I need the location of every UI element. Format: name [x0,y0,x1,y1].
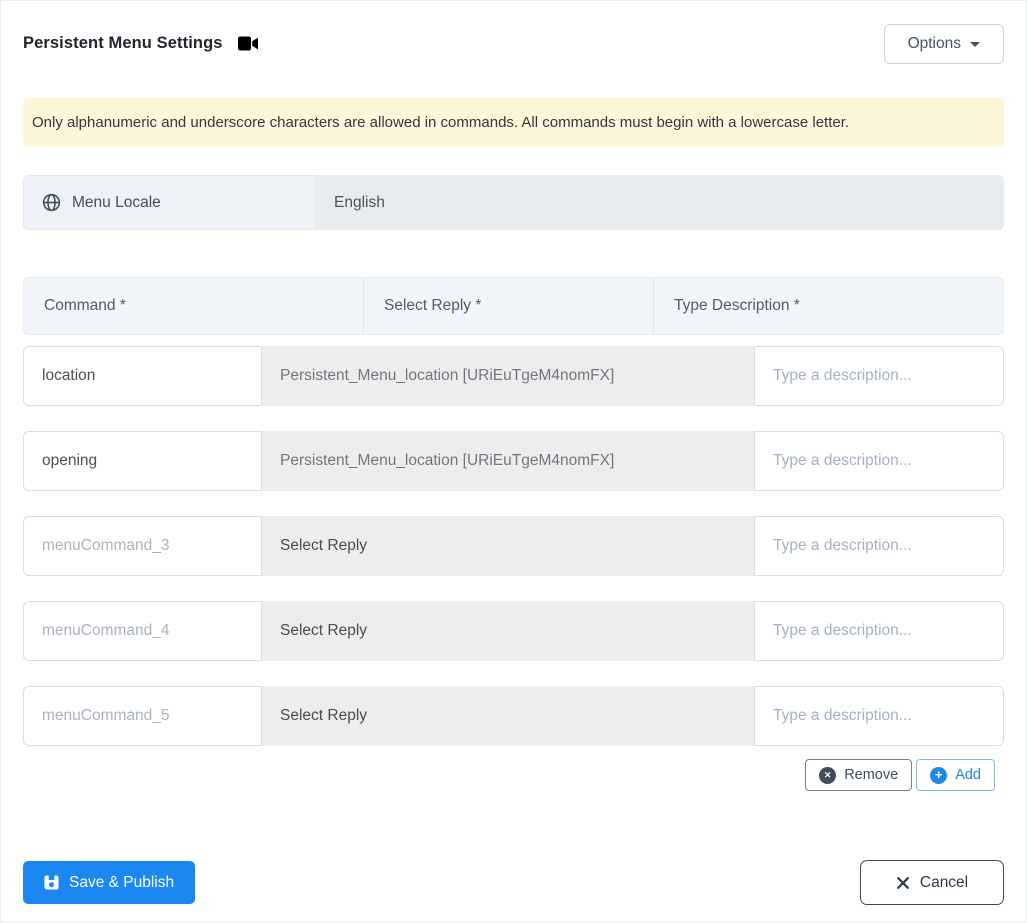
description-input[interactable] [754,686,1004,746]
add-button-label: Add [955,767,981,783]
header: Persistent Menu Settings Options [23,1,1004,65]
remove-button-label: Remove [844,767,899,783]
description-input[interactable] [754,346,1004,406]
reply-select[interactable]: Persistent_Menu_location [URiEuTgeM4nomF… [262,346,754,406]
menu-locale-group: Menu Locale English [23,175,1004,230]
chevron-down-icon [970,42,980,47]
menu-locale-value: English [334,193,385,211]
alert-text: Only alphanumeric and underscore charact… [32,114,850,131]
description-input[interactable] [754,431,1004,491]
add-row-button[interactable]: + Add [916,759,995,791]
remove-row-button[interactable]: ✕ Remove [805,759,913,791]
description-input[interactable] [754,516,1004,576]
save-publish-button[interactable]: Save & Publish [23,861,196,904]
reply-select-value: Select Reply [280,537,368,554]
menu-locale-label: Menu Locale [23,175,314,230]
command-input[interactable] [23,601,262,661]
reply-select[interactable]: Select Reply [262,516,754,576]
reply-select-value: Persistent_Menu_location [URiEuTgeM4nomF… [280,452,615,469]
menu-locale-label-text: Menu Locale [72,193,161,211]
reply-select-value: Persistent_Menu_location [URiEuTgeM4nomF… [280,367,615,384]
cancel-label: Cancel [919,873,969,891]
reply-select[interactable]: Persistent_Menu_location [URiEuTgeM4nomF… [262,431,754,491]
table-row: Select Reply [23,686,1004,746]
remove-circle-icon: ✕ [819,766,837,784]
save-publish-label: Save & Publish [69,873,175,891]
command-input[interactable] [23,516,262,576]
table-row: Persistent_Menu_location [URiEuTgeM4nomF… [23,346,1004,406]
save-icon [44,875,59,890]
row-actions: ✕ Remove + Add [23,759,1004,791]
video-camera-icon[interactable] [237,36,259,51]
command-rules-alert: Only alphanumeric and underscore charact… [23,98,1004,147]
reply-select[interactable]: Select Reply [262,601,754,661]
command-input[interactable] [23,431,262,491]
table-row: Persistent_Menu_location [URiEuTgeM4nomF… [23,431,1004,491]
options-button-label: Options [907,34,961,52]
footer: Save & Publish Cancel [23,860,1004,905]
reply-select-value: Select Reply [280,622,368,639]
column-header-command: Command * [24,278,364,334]
table-row: Select Reply [23,516,1004,576]
table-header: Command * Select Reply * Type Descriptio… [23,277,1004,335]
cancel-button[interactable]: Cancel [860,860,1004,905]
close-icon [896,876,910,890]
command-input[interactable] [23,686,262,746]
persistent-menu-settings-panel: Persistent Menu Settings Options Only al… [0,0,1027,923]
globe-icon [42,193,61,212]
add-circle-icon: + [930,766,948,784]
table-row: Select Reply [23,601,1004,661]
column-header-select-reply: Select Reply * [364,278,654,334]
description-input[interactable] [754,601,1004,661]
reply-select[interactable]: Select Reply [262,686,754,746]
column-header-type-description: Type Description * [674,297,800,314]
page-title: Persistent Menu Settings [23,34,223,52]
command-input[interactable] [23,346,262,406]
reply-select-value: Select Reply [280,707,368,724]
menu-locale-select[interactable]: English [314,175,1004,230]
options-button[interactable]: Options [883,23,1004,64]
